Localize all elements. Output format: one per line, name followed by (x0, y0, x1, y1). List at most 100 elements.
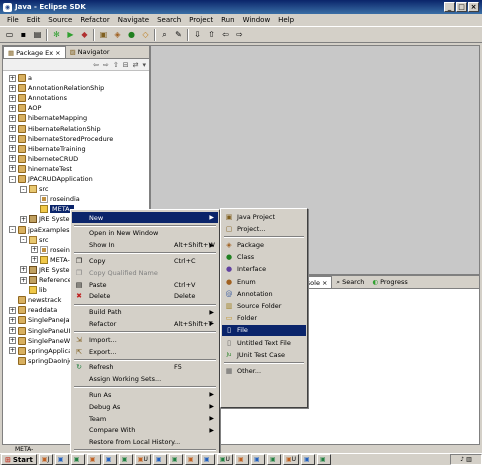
taskbar-item[interactable]: ▣ (70, 454, 85, 465)
tree-item[interactable]: + hiberneteCRUD (9, 154, 78, 164)
submenu-item-untitled-text-file[interactable]: ▯ Untitled Text File (222, 337, 306, 348)
taskbar-item[interactable]: ▣ (266, 454, 281, 465)
tab-package-explorer[interactable]: ▦ Package Ex × (3, 46, 66, 58)
tree-expander-icon[interactable]: - (9, 226, 16, 233)
up-icon[interactable]: ⇧ (113, 61, 119, 69)
external-tools-icon[interactable]: ◆ (79, 29, 90, 40)
submenu-item-interface[interactable]: ● Interface (222, 264, 306, 275)
submenu-item-annotation[interactable]: @ Annotation (222, 288, 306, 299)
search-icon[interactable]: ⌕ (159, 29, 170, 40)
submenu-item-folder[interactable]: ▭ Folder (222, 313, 306, 324)
tree-item[interactable]: + readdata (9, 305, 57, 315)
tree-expander-icon[interactable]: + (9, 165, 16, 173)
tree-item[interactable]: - src (20, 235, 49, 245)
tree-item[interactable]: + roseind (31, 245, 74, 255)
volume-icon[interactable]: ♪ (460, 456, 464, 463)
menu-item-show-in[interactable]: Show In Alt+Shift+W ▶ (72, 240, 218, 251)
tree-item[interactable]: + hibernateMapping (9, 113, 87, 123)
taskbar-item[interactable]: ▣ (301, 454, 316, 465)
menu-item-restore-from-local-history[interactable]: Restore from Local History... (72, 437, 218, 448)
taskbar-item[interactable]: ▣ U (134, 454, 151, 465)
close-button[interactable]: × (468, 2, 479, 12)
tree-expander-icon[interactable]: + (9, 347, 16, 355)
submenu-item-class[interactable]: ● Class (222, 252, 306, 263)
tree-item[interactable]: META- (31, 204, 74, 214)
menu-edit[interactable]: Edit (23, 16, 45, 24)
menu-item-run-as[interactable]: Run As ▶ (72, 389, 218, 400)
tree-expander-icon[interactable]: + (9, 306, 16, 314)
tree-item[interactable]: + HibernateTraining (9, 144, 86, 154)
taskbar-item[interactable]: ▣ (168, 454, 183, 465)
tree-expander-icon[interactable]: + (20, 266, 27, 274)
menu-help[interactable]: Help (274, 16, 298, 24)
pencil-icon[interactable]: ✎ (173, 29, 184, 40)
tree-expander-icon[interactable]: + (9, 145, 16, 153)
tree-expander-icon[interactable]: - (20, 236, 27, 244)
open-type-icon[interactable]: ◇ (140, 29, 151, 40)
tree-expander-icon[interactable]: + (9, 155, 16, 163)
tree-item[interactable]: newstrack (9, 295, 61, 305)
minimize-button[interactable]: _ (444, 2, 455, 12)
submenu-item-enum[interactable]: ● Enum (222, 276, 306, 287)
menu-project[interactable]: Project (185, 16, 217, 24)
menu-item-team[interactable]: Team ▶ (72, 413, 218, 424)
tree-item[interactable]: - src (20, 184, 49, 194)
taskbar-item[interactable]: ▣ U (216, 454, 233, 465)
network-icon[interactable]: ▥ (466, 456, 472, 463)
tree-expander-icon[interactable]: + (31, 256, 38, 264)
taskbar-item[interactable]: ▣ (317, 454, 332, 465)
tree-item[interactable]: + SinglePaneJav (9, 315, 73, 325)
link-editor-icon[interactable]: ⇄ (133, 61, 139, 69)
taskbar-item[interactable]: ▣ J (38, 454, 53, 465)
tree-expander-icon[interactable]: + (9, 337, 16, 345)
taskbar-item[interactable]: ▣ U (282, 454, 300, 465)
taskbar-item[interactable]: ▣ (234, 454, 249, 465)
tab-navigator[interactable]: ▨ Navigator (66, 46, 114, 58)
next-annotation-icon[interactable]: ⇩ (192, 29, 203, 40)
tree-item[interactable]: + springApplicati (9, 346, 76, 356)
forward-icon[interactable]: ⇨ (103, 61, 109, 69)
submenu-item-java-project[interactable]: ▣ Java Project (222, 211, 306, 222)
submenu-item-file[interactable]: ▯ File (222, 324, 306, 336)
save-icon[interactable]: ▪ (18, 29, 29, 40)
tree-item[interactable]: + SinglePaneWe (9, 336, 74, 346)
tab-progress[interactable]: ◐ Progress (368, 276, 411, 288)
tab-search[interactable]: ⌕ Search (332, 276, 368, 288)
menu-search[interactable]: Search (153, 16, 185, 24)
debug-icon[interactable]: ✻ (51, 29, 62, 40)
tree-item[interactable]: + HibernateRelationShip (9, 124, 101, 134)
menu-item-refresh[interactable]: ↻ Refresh F5 (72, 362, 218, 373)
tree-expander-icon[interactable]: + (9, 316, 16, 324)
close-icon[interactable]: × (55, 49, 60, 57)
submenu-item-junit-test-case[interactable]: Ju JUnit Test Case (222, 349, 306, 360)
view-menu-icon[interactable]: ▾ (142, 61, 146, 69)
tree-expander-icon[interactable]: + (9, 327, 16, 334)
tree-expander-icon[interactable]: + (9, 125, 16, 132)
menu-item-build-path[interactable]: Build Path ▶ (72, 307, 218, 318)
taskbar-item[interactable]: ▣ (184, 454, 199, 465)
taskbar-item[interactable]: ▣ (86, 454, 101, 465)
tree-expander-icon[interactable]: + (9, 74, 16, 82)
menu-source[interactable]: Source (44, 16, 76, 24)
menu-window[interactable]: Window (239, 16, 275, 24)
new-package-icon[interactable]: ◈ (112, 29, 123, 40)
taskbar-item[interactable]: ▣ (152, 454, 167, 465)
new-class-icon[interactable]: ● (126, 29, 137, 40)
tree-expander-icon[interactable]: + (9, 114, 16, 122)
new-icon[interactable]: ▭ (4, 29, 15, 40)
submenu-item-other[interactable]: ▦ Other... (222, 365, 306, 376)
menu-navigate[interactable]: Navigate (114, 16, 153, 24)
menu-item-open-in-new-window[interactable]: Open in New Window (72, 228, 218, 239)
submenu-item-source-folder[interactable]: ▥ Source Folder (222, 300, 306, 311)
menu-item-compare-with[interactable]: Compare With ▶ (72, 425, 218, 436)
tree-expander-icon[interactable]: + (9, 94, 16, 102)
menu-run[interactable]: Run (217, 16, 238, 24)
menu-item-assign-working-sets[interactable]: Assign Working Sets... (72, 374, 218, 385)
tree-item[interactable]: springDaoInje (9, 356, 73, 366)
taskbar-item[interactable]: ▣ (54, 454, 69, 465)
tree-item[interactable]: + hinernateTest (9, 164, 72, 174)
back-icon[interactable]: ⇦ (220, 29, 231, 40)
tree-item[interactable]: + a (9, 73, 32, 83)
tree-expander-icon[interactable]: + (9, 84, 16, 92)
taskbar-item[interactable]: ▣ (200, 454, 215, 465)
